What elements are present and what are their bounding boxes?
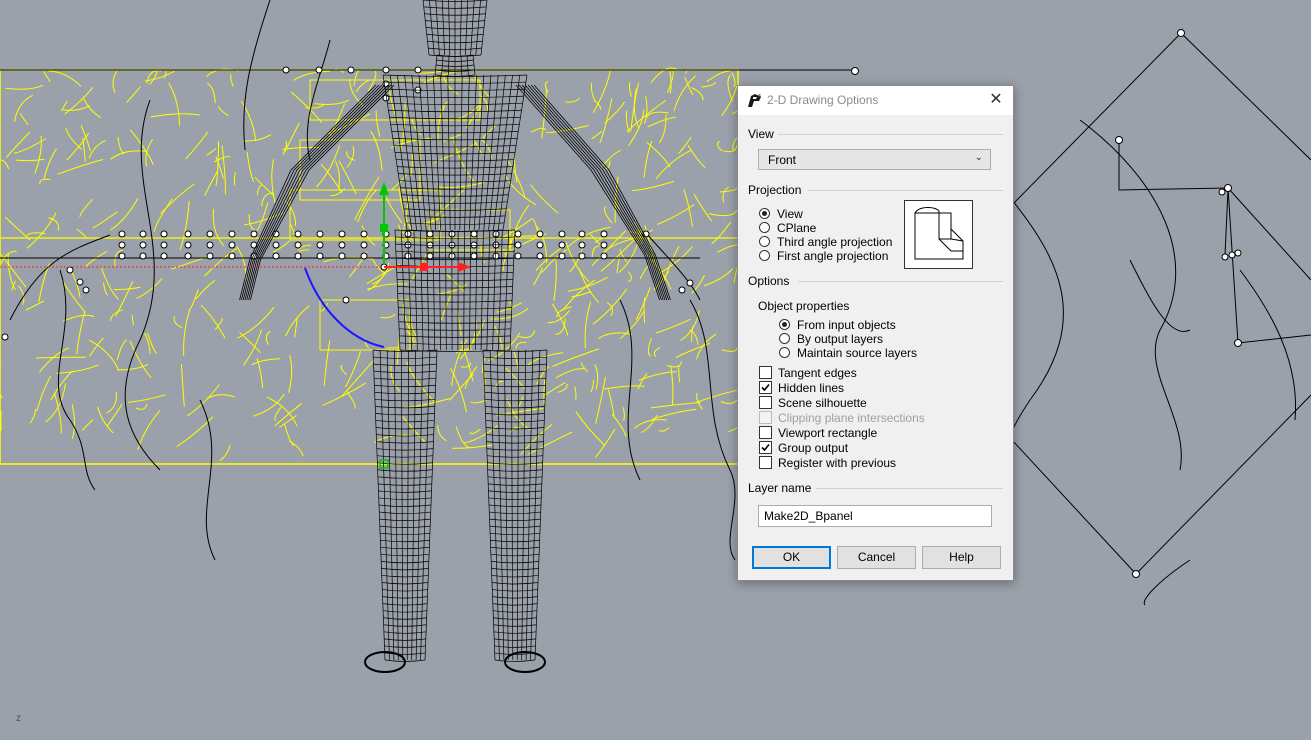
- checkbox-box[interactable]: [759, 366, 772, 379]
- drawing-options-dialog[interactable]: 6 2-D Drawing Options ✕ View Front ⌄ Pro…: [737, 85, 1014, 581]
- checkbox-box[interactable]: [759, 381, 772, 394]
- dialog-title: 2-D Drawing Options: [767, 93, 879, 107]
- view-divider: [778, 134, 1003, 135]
- world-axis-label: z: [16, 713, 21, 724]
- gumball-gizmo[interactable]: [0, 182, 471, 469]
- dialog-titlebar[interactable]: 6 2-D Drawing Options ✕: [738, 86, 1013, 115]
- layer-name-section-label: Layer name: [748, 481, 812, 495]
- chevron-down-icon: ⌄: [974, 152, 983, 163]
- projection-preview-icon: [904, 200, 973, 269]
- control-points[interactable]: [1, 66, 694, 341]
- radio-by-output-layers[interactable]: [779, 333, 790, 344]
- checkbox-box[interactable]: [759, 456, 772, 469]
- checkmark-icon: [761, 443, 770, 452]
- options-section-label: Options: [748, 274, 790, 288]
- radio-maintain-source[interactable]: [779, 347, 790, 358]
- checkbox-box[interactable]: [759, 396, 772, 409]
- radio-cplane[interactable]: [759, 222, 770, 233]
- viewport-canvas[interactable]: [0, 0, 1311, 740]
- ok-button[interactable]: OK: [752, 546, 831, 569]
- projection-divider: [808, 190, 1003, 191]
- layer-name-divider: [816, 488, 1003, 489]
- help-button[interactable]: Help: [922, 546, 1001, 569]
- close-icon[interactable]: ✕: [985, 90, 1007, 112]
- view-section-label: View: [748, 127, 774, 141]
- human-figure-mesh[interactable]: [239, 0, 671, 673]
- checkbox-box[interactable]: [759, 441, 772, 454]
- projection-section-label: Projection: [748, 183, 802, 197]
- radio-view[interactable]: [759, 208, 770, 219]
- options-divider: [798, 281, 1003, 282]
- checkbox-box: [759, 411, 772, 424]
- svg-text:6: 6: [758, 94, 761, 100]
- rhino-app-icon: 6: [748, 94, 761, 107]
- cancel-button[interactable]: Cancel: [837, 546, 916, 569]
- checkmark-icon: [761, 383, 770, 392]
- radio-third-angle[interactable]: [759, 236, 770, 247]
- view-dropdown-value: Front: [768, 153, 797, 167]
- radio-first-angle[interactable]: [759, 250, 770, 261]
- layer-name-input[interactable]: Make2D_Bpanel: [758, 505, 992, 527]
- radio-from-input[interactable]: [779, 319, 790, 330]
- object-properties-label: Object properties: [758, 299, 850, 313]
- view-dropdown[interactable]: Front ⌄: [758, 149, 991, 170]
- checkbox-box[interactable]: [759, 426, 772, 439]
- right-outline-shape[interactable]: [1006, 32, 1311, 606]
